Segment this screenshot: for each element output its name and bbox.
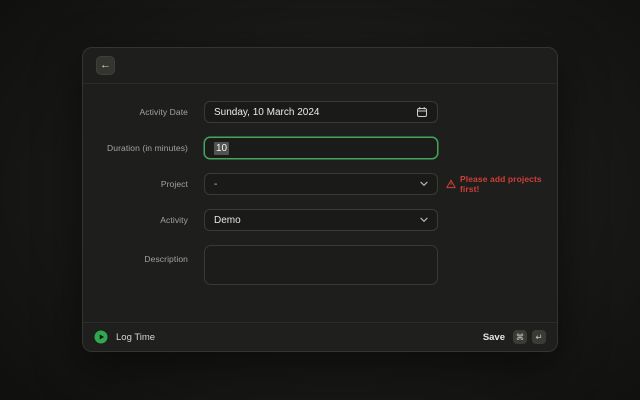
activity-select[interactable]: Demo (204, 209, 438, 231)
duration-value: 10 (214, 142, 229, 155)
activity-row: Activity Demo (83, 209, 557, 231)
arrow-left-icon: ← (100, 60, 111, 71)
activity-value: Demo (214, 215, 241, 226)
save-button-label: Save (483, 332, 505, 343)
project-error-text: Please add projects first! (460, 174, 557, 194)
command-key-icon: ⌘ (513, 330, 527, 344)
save-button[interactable]: Save ⌘ ↵ (483, 330, 546, 344)
duration-input[interactable]: 10 (204, 137, 438, 159)
activity-date-input[interactable]: Sunday, 10 March 2024 (204, 101, 438, 123)
warning-icon (446, 179, 456, 189)
project-error: Please add projects first! (446, 174, 557, 194)
dialog-header: ← (83, 48, 557, 84)
description-label: Description (83, 245, 204, 264)
dialog-footer: Log Time Save ⌘ ↵ (83, 322, 557, 351)
description-row: Description (83, 245, 557, 285)
project-row: Project - Please add projects f (83, 173, 557, 195)
activity-date-value: Sunday, 10 March 2024 (214, 107, 319, 118)
calendar-icon (416, 106, 428, 118)
activity-date-label: Activity Date (83, 107, 204, 117)
duration-label: Duration (in minutes) (83, 143, 204, 153)
back-button[interactable]: ← (96, 56, 115, 75)
enter-key-icon: ↵ (532, 330, 546, 344)
log-time-dialog: ← Activity Date Sunday, 10 March 2024 Du… (82, 47, 558, 352)
activity-date-row: Activity Date Sunday, 10 March 2024 (83, 101, 557, 123)
log-time-form: Activity Date Sunday, 10 March 2024 Dura… (83, 84, 557, 322)
play-icon (94, 330, 108, 344)
chevron-down-icon (420, 181, 428, 187)
project-select[interactable]: - (204, 173, 438, 195)
chevron-down-icon (420, 217, 428, 223)
duration-row: Duration (in minutes) 10 (83, 137, 557, 159)
activity-label: Activity (83, 215, 204, 225)
description-textarea[interactable] (204, 245, 438, 285)
project-value: - (214, 179, 217, 190)
project-label: Project (83, 179, 204, 189)
footer-title: Log Time (116, 332, 155, 343)
